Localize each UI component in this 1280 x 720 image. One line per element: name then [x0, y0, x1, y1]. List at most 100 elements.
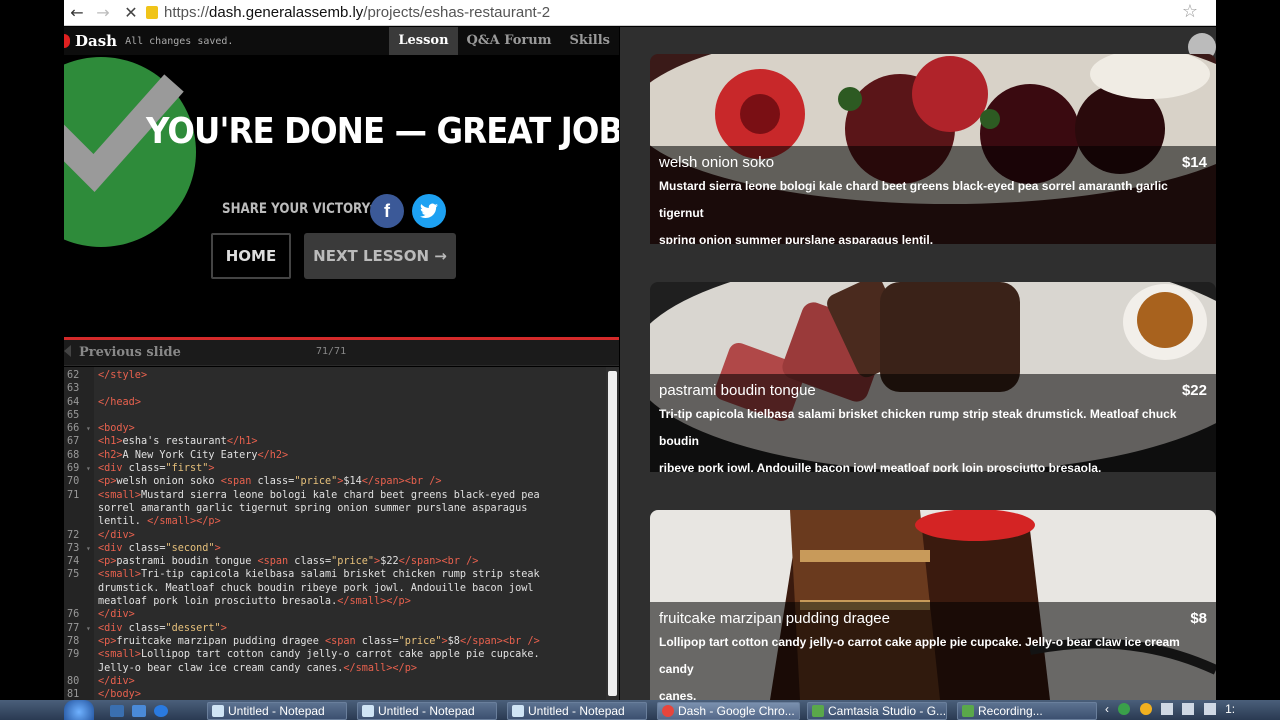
slide-navigation: Previous slide 71/71 [64, 340, 619, 366]
fold-arrow-icon[interactable] [86, 582, 98, 595]
start-button[interactable] [64, 700, 94, 720]
power-tray-icon[interactable] [1203, 703, 1216, 715]
code-text: Jelly-o bear claw ice cream candy canes.… [98, 662, 417, 674]
taskbar-recording[interactable]: Recording... [957, 702, 1097, 720]
line-number: 77 [67, 622, 80, 634]
fold-arrow-icon[interactable] [86, 369, 98, 382]
code-line: 80 </div> [64, 675, 540, 688]
fold-arrow-icon[interactable]: ▾ [86, 542, 98, 555]
system-tray: ‹ 1: [1105, 702, 1235, 716]
dish-description-line: Lollipop tart cotton candy jelly-o carro… [659, 635, 1180, 676]
show-desktop-icon[interactable] [110, 705, 124, 717]
taskbar-camtasia[interactable]: Camtasia Studio - G... [807, 702, 947, 720]
code-text: lentil. </small></p> [98, 516, 221, 528]
menu-item-overlay: fruitcake marzipan pudding dragee $8 Lol… [650, 602, 1216, 700]
update-tray-icon[interactable] [1139, 703, 1152, 715]
fold-arrow-icon[interactable] [86, 675, 98, 688]
chrome-tray-icon[interactable] [1118, 703, 1131, 715]
dish-name: pastrami boudin tongue [659, 382, 816, 399]
scrollbar-thumb[interactable] [608, 371, 617, 696]
forward-arrow-icon[interactable]: → [90, 3, 116, 22]
code-line: 76 </div> [64, 608, 540, 621]
fold-arrow-icon[interactable] [86, 449, 98, 462]
code-text: <p>welsh onion soko <span class="price">… [98, 476, 442, 488]
taskbar-chrome[interactable]: Dash - Google Chro... [657, 702, 800, 720]
task-label: Untitled - Notepad [528, 704, 625, 718]
recording-icon [962, 705, 974, 717]
code-text: <div class="dessert"> [98, 622, 227, 634]
victory-screen: YOU'RE DONE — GREAT JOB! SHARE YOUR VICT… [64, 55, 619, 337]
fold-arrow-icon[interactable] [86, 529, 98, 542]
fold-arrow-icon[interactable] [86, 568, 98, 581]
previous-slide-button[interactable]: Previous slide [64, 345, 181, 360]
fold-arrow-icon[interactable]: ▾ [86, 422, 98, 435]
code-line: drumstick. Meatloaf chuck boudin ribeye … [64, 582, 540, 595]
fold-arrow-icon[interactable] [86, 409, 98, 422]
network-tray-icon[interactable] [1161, 703, 1174, 715]
dish-description-line: Mustard sierra leone bologi kale chard b… [659, 179, 1168, 220]
fold-arrow-icon[interactable]: ▾ [86, 622, 98, 635]
line-number: 79 [67, 649, 80, 661]
tray-expand-chevron-icon[interactable]: ‹ [1105, 702, 1109, 716]
tray-clock[interactable]: 1: [1225, 702, 1235, 716]
task-label: Camtasia Studio - G... [828, 704, 947, 718]
fold-arrow-icon[interactable] [86, 489, 98, 502]
editor-scrollbar[interactable] [606, 367, 619, 700]
fold-arrow-icon[interactable]: ▾ [86, 462, 98, 475]
line-number: 62 [67, 370, 80, 381]
facebook-icon[interactable]: f [370, 194, 404, 228]
code-line: 78 <p>fruitcake marzipan pudding dragee <… [64, 635, 540, 648]
internet-explorer-icon[interactable] [154, 705, 168, 717]
fold-arrow-icon[interactable] [86, 608, 98, 621]
fold-arrow-icon[interactable] [86, 502, 98, 515]
code-text: <small>Lollipop tart cotton candy jelly-… [98, 649, 540, 661]
line-number [64, 662, 86, 675]
fold-arrow-icon[interactable] [86, 515, 98, 528]
fold-arrow-icon[interactable] [86, 688, 98, 700]
dish-price: $14 [1181, 154, 1207, 171]
dash-logo[interactable]: Dash [75, 32, 117, 50]
line-number: 63 [67, 383, 80, 395]
line-number: 80 [67, 675, 80, 687]
twitter-icon[interactable] [412, 194, 446, 228]
lock-icon [146, 6, 158, 19]
taskbar-notepad-3[interactable]: Untitled - Notepad [507, 702, 647, 720]
stop-icon[interactable]: ✕ [116, 3, 146, 22]
back-arrow-icon[interactable]: ← [64, 3, 90, 22]
fold-arrow-icon[interactable] [86, 648, 98, 661]
menu-card-first: welsh onion soko $14 Mustard sierra leon… [650, 54, 1216, 244]
next-lesson-button[interactable]: NEXT LESSON → [304, 233, 456, 279]
previous-slide-label: Previous slide [79, 345, 181, 360]
dish-row: fruitcake marzipan pudding dragee $8 [659, 610, 1207, 627]
volume-tray-icon[interactable] [1182, 703, 1195, 715]
code-line: meatloaf pork loin prosciutto bresaola.<… [64, 595, 540, 608]
code-line: sorrel amaranth garlic tigernut spring o… [64, 502, 540, 515]
code-text: <p>fruitcake marzipan pudding dragee <sp… [98, 635, 540, 647]
header-tabs: Lesson Q&A Forum Skills [389, 27, 619, 55]
home-button[interactable]: HOME [211, 233, 291, 279]
fold-arrow-icon[interactable] [86, 635, 98, 648]
fold-arrow-icon[interactable] [86, 435, 98, 448]
code-line: 71 <small>Mustard sierra leone bologi kal… [64, 489, 540, 502]
url-field[interactable]: https://dash.generalassemb.ly/projects/e… [164, 4, 550, 21]
fold-arrow-icon[interactable] [86, 555, 98, 568]
fold-arrow-icon[interactable] [86, 662, 98, 675]
line-number: 72 [67, 529, 80, 541]
code-line: 79 <small>Lollipop tart cotton candy jell… [64, 648, 540, 661]
taskbar-notepad-1[interactable]: Untitled - Notepad [207, 702, 347, 720]
code-line: 70 <p>welsh onion soko <span class="price… [64, 475, 540, 488]
code-lines: 62 </style> 63 64 </head> 65 66 ▾ <body> 67 <h1>es… [64, 369, 540, 700]
taskbar-notepad-2[interactable]: Untitled - Notepad [357, 702, 497, 720]
fold-arrow-icon[interactable] [86, 595, 98, 608]
fold-arrow-icon[interactable] [86, 382, 98, 395]
tab-qa-forum[interactable]: Q&A Forum [458, 27, 561, 55]
code-line: 62 </style> [64, 369, 540, 382]
tab-lesson[interactable]: Lesson [389, 27, 458, 55]
bookmark-star-icon[interactable]: ☆ [1182, 1, 1198, 22]
tab-skills[interactable]: Skills [560, 27, 619, 55]
fold-arrow-icon[interactable] [86, 475, 98, 488]
window-switch-icon[interactable] [132, 705, 146, 717]
fold-arrow-icon[interactable] [86, 396, 98, 409]
code-text: drumstick. Meatloaf chuck boudin ribeye … [98, 582, 534, 594]
code-editor[interactable]: 62 </style> 63 64 </head> 65 66 ▾ <body> 67 <h1>es… [64, 367, 619, 700]
